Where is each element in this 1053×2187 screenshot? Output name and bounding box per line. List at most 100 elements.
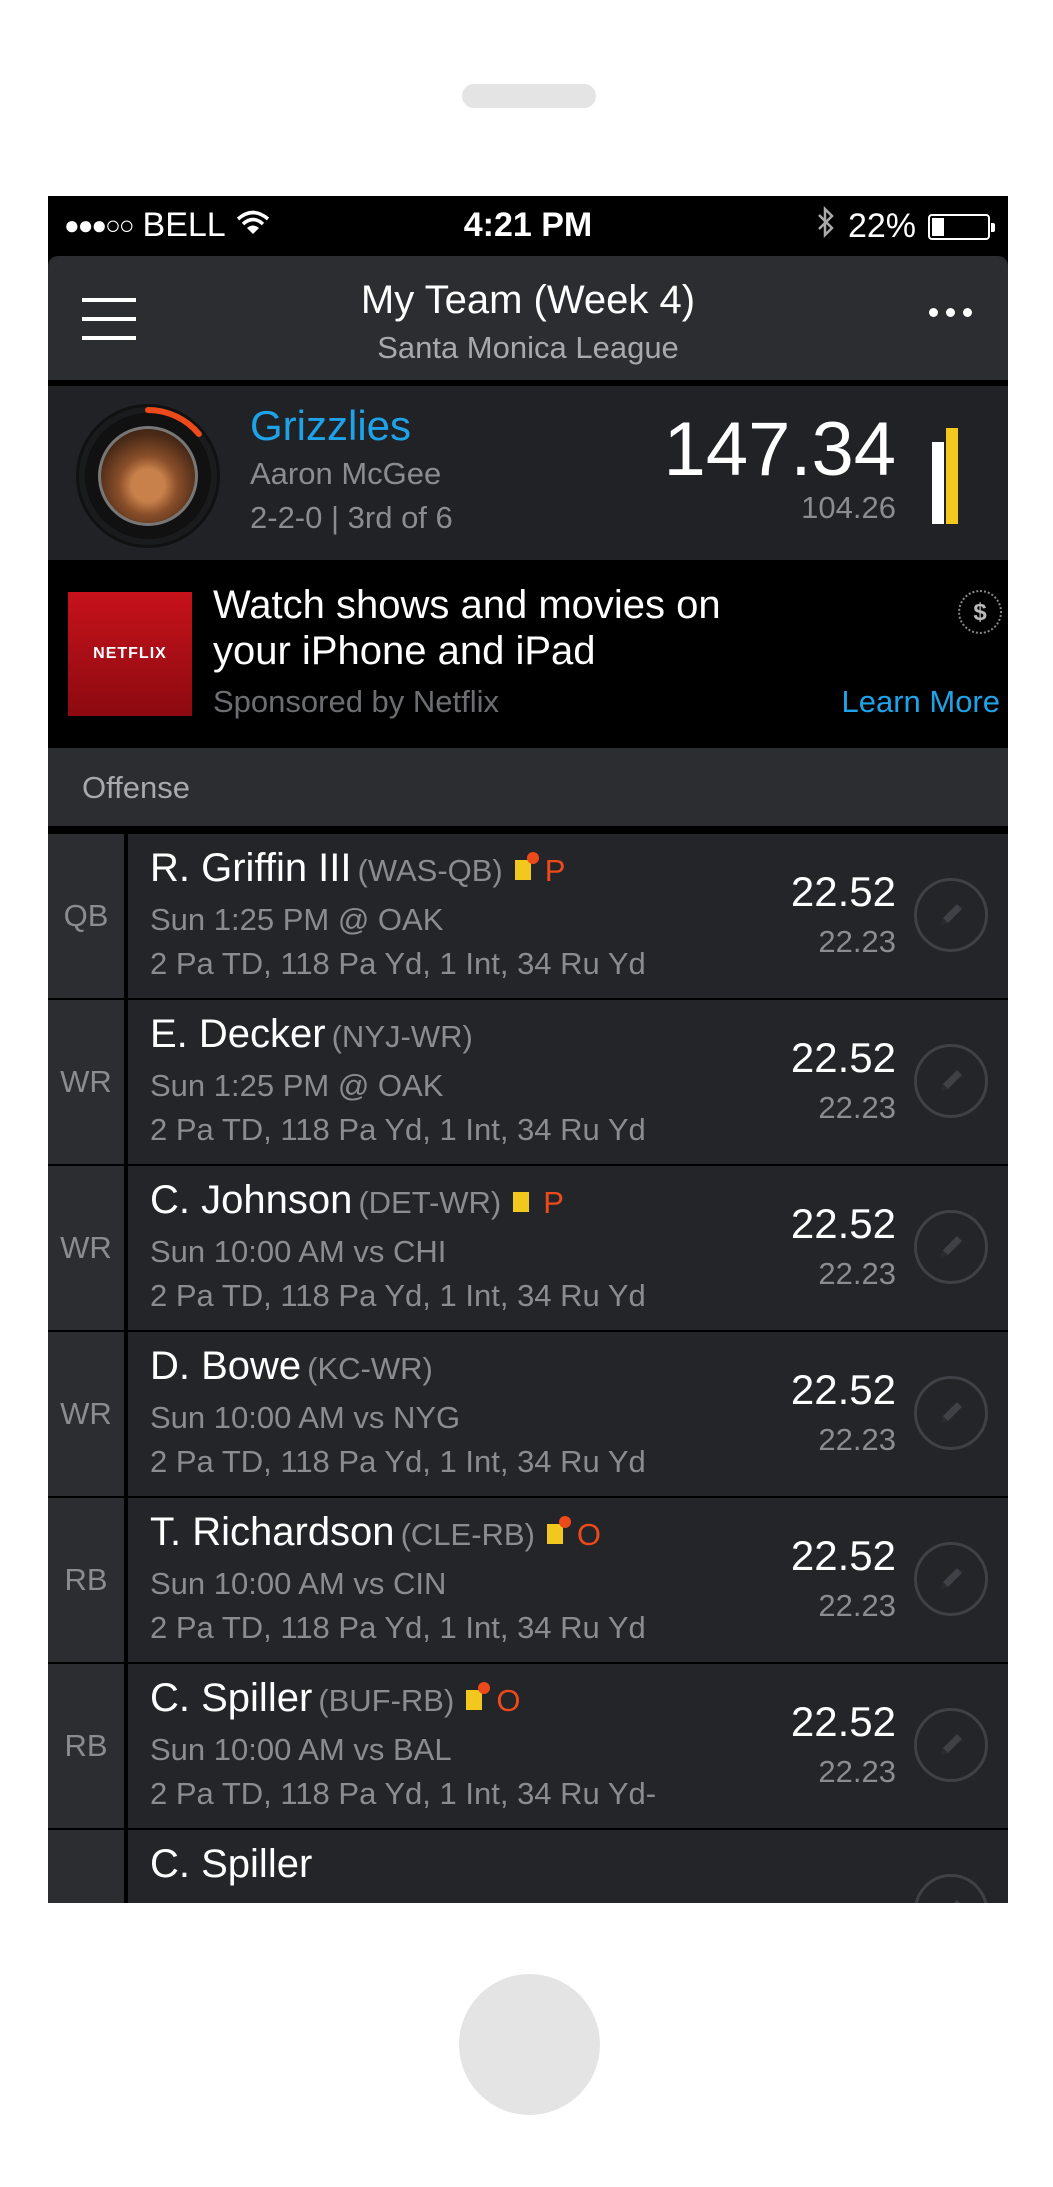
player-row[interactable]: WR D. Bowe (KC-WR) Sun 10:00 AM vs NYG 2 …: [48, 1332, 1008, 1496]
edit-player-button[interactable]: [914, 878, 988, 952]
edit-player-button[interactable]: [914, 1542, 988, 1616]
player-name[interactable]: E. Decker: [150, 1012, 326, 1056]
team-projected-score: 104.26: [801, 490, 896, 525]
player-row[interactable]: RB T. Richardson (CLE-RB) O Sun 10:00 AM v…: [48, 1498, 1008, 1662]
netflix-logo: NETFLIX: [68, 592, 192, 716]
player-stats: 2 Pa TD, 118 Pa Yd, 1 Int, 34 Ru Yd: [150, 1610, 646, 1645]
player-game: Sun 10:00 AM vs CIN: [150, 1566, 447, 1601]
player-position: RB: [48, 1498, 124, 1662]
team-name[interactable]: Grizzlies: [250, 402, 411, 450]
edit-player-button[interactable]: [914, 1874, 988, 1903]
team-summary-card[interactable]: Grizzlies Aaron McGee 2-2-0 | 3rd of 6 1…: [48, 386, 1008, 560]
note-icon[interactable]: [514, 852, 539, 881]
player-row[interactable]: QB R. Griffin III (WAS-QB) P Sun 1:25 PM @…: [48, 834, 1008, 998]
player-row[interactable]: WR E. Decker (NYJ-WR) Sun 1:25 PM @ OAK 2…: [48, 1000, 1008, 1164]
player-row[interactable]: C. Spiller: [48, 1830, 1008, 1903]
alert-dot-icon: [478, 1682, 491, 1695]
team-avatar: [98, 426, 198, 526]
league-name: Santa Monica League: [377, 330, 679, 365]
player-name-line: C. Spiller (BUF-RB) O: [150, 1676, 520, 1721]
edit-player-button[interactable]: [914, 1044, 988, 1118]
injury-status: O: [496, 1683, 521, 1718]
edit-player-button[interactable]: [914, 1708, 988, 1782]
player-projected: 22.23: [818, 924, 896, 959]
home-button[interactable]: [459, 1974, 600, 2115]
player-points: 22.52: [790, 1034, 896, 1081]
pencil-icon: [941, 1402, 962, 1423]
edit-player-button[interactable]: [914, 1376, 988, 1450]
pencil-icon: [954, 1900, 960, 1903]
pencil-icon: [941, 904, 962, 925]
player-stats: 2 Pa TD, 118 Pa Yd, 1 Int, 34 Ru Yd: [150, 946, 646, 981]
player-projected: 22.23: [818, 1422, 896, 1457]
note-icon[interactable]: [546, 1516, 571, 1545]
team-avatar-progress-ring: [76, 404, 220, 548]
learn-more-link[interactable]: Learn More: [841, 684, 1000, 720]
player-name-line: T. Richardson (CLE-RB) O: [150, 1510, 601, 1555]
player-game: Sun 1:25 PM @ OAK: [150, 902, 444, 937]
player-points: 22.52: [790, 1366, 896, 1413]
player-stats: 2 Pa TD, 118 Pa Yd, 1 Int, 34 Ru Yd-: [150, 1776, 657, 1811]
player-row[interactable]: WR C. Johnson (DET-WR) P Sun 10:00 AM vs C…: [48, 1166, 1008, 1330]
status-bar: ●●●○○ BELL 4:21 PM 22%: [48, 196, 1008, 256]
phone-screen: ●●●○○ BELL 4:21 PM 22% My Team (Week 4) …: [48, 196, 1008, 1903]
player-team: (KC-WR): [307, 1351, 433, 1386]
edit-player-button[interactable]: [914, 1210, 988, 1284]
player-position: WR: [48, 1000, 124, 1164]
player-team: (BUF-RB): [318, 1683, 455, 1718]
player-name-line: R. Griffin III (WAS-QB) P: [150, 846, 565, 891]
pencil-icon: [941, 1568, 962, 1589]
player-name[interactable]: C. Johnson: [150, 1178, 352, 1222]
player-details: D. Bowe (KC-WR) Sun 10:00 AM vs NYG 2 Pa …: [128, 1332, 1008, 1496]
player-row[interactable]: RB C. Spiller (BUF-RB) O Sun 10:00 AM vs B…: [48, 1664, 1008, 1828]
section-header: Offense: [48, 748, 1008, 826]
player-name-line: E. Decker (NYJ-WR): [150, 1012, 473, 1057]
section-label: Offense: [82, 770, 191, 805]
player-position: QB: [48, 834, 124, 998]
player-team: (CLE-RB): [400, 1517, 535, 1552]
score-comparison-bars: [932, 428, 962, 524]
player-team: (WAS-QB): [357, 853, 503, 888]
player-name[interactable]: D. Bowe: [150, 1344, 301, 1388]
battery-icon: [928, 213, 995, 240]
battery-percent: 22%: [847, 207, 916, 245]
navigation-bar: My Team (Week 4) Santa Monica League: [48, 256, 1008, 380]
player-name[interactable]: T. Richardson: [150, 1510, 395, 1554]
player-name-line: C. Johnson (DET-WR) P: [150, 1178, 564, 1223]
pencil-icon: [941, 1236, 962, 1257]
player-details: R. Griffin III (WAS-QB) P Sun 1:25 PM @ OA…: [128, 834, 1008, 998]
player-stats: 2 Pa TD, 118 Pa Yd, 1 Int, 34 Ru Yd: [150, 1112, 646, 1147]
player-projected: 22.23: [818, 1754, 896, 1789]
injury-status: P: [543, 1185, 564, 1220]
player-details: C. Spiller (BUF-RB) O Sun 10:00 AM vs BAL …: [128, 1664, 1008, 1828]
player-points: 22.52: [790, 1698, 896, 1745]
player-points: 22.52: [790, 1200, 896, 1247]
player-name-line: C. Spiller: [150, 1842, 318, 1887]
player-game: Sun 10:00 AM vs BAL: [150, 1732, 452, 1767]
player-details: E. Decker (NYJ-WR) Sun 1:25 PM @ OAK 2 Pa…: [128, 1000, 1008, 1164]
player-points: 22.52: [790, 868, 896, 915]
phone-speaker: [462, 84, 596, 108]
note-icon[interactable]: [466, 1682, 491, 1711]
player-projected: 22.23: [818, 1256, 896, 1291]
player-team: (DET-WR): [358, 1185, 502, 1220]
player-details: T. Richardson (CLE-RB) O Sun 10:00 AM vs C…: [128, 1498, 1008, 1662]
sponsored-ad[interactable]: NETFLIX Watch shows and movies on your i…: [48, 560, 1008, 748]
ad-info-icon[interactable]: $: [958, 590, 1002, 634]
player-name[interactable]: C. Spiller: [150, 1842, 312, 1886]
player-position: RB: [48, 1664, 124, 1828]
player-projected: 22.23: [818, 1588, 896, 1623]
team-owner: Aaron McGee: [250, 456, 442, 491]
alert-dot-icon: [526, 852, 539, 865]
player-name-line: D. Bowe (KC-WR): [150, 1344, 433, 1389]
player-stats: 2 Pa TD, 118 Pa Yd, 1 Int, 34 Ru Yd: [150, 1444, 646, 1479]
player-name[interactable]: C. Spiller: [150, 1676, 312, 1720]
page-title: My Team (Week 4): [360, 278, 696, 322]
player-name[interactable]: R. Griffin III: [150, 846, 352, 890]
player-position: [48, 1830, 124, 1903]
ad-sponsor: Sponsored by Netflix: [213, 684, 500, 719]
note-icon[interactable]: [513, 1192, 530, 1213]
player-details: C. Spiller: [128, 1830, 1008, 1903]
more-options-icon[interactable]: [929, 308, 972, 317]
pencil-icon: [941, 1734, 962, 1755]
